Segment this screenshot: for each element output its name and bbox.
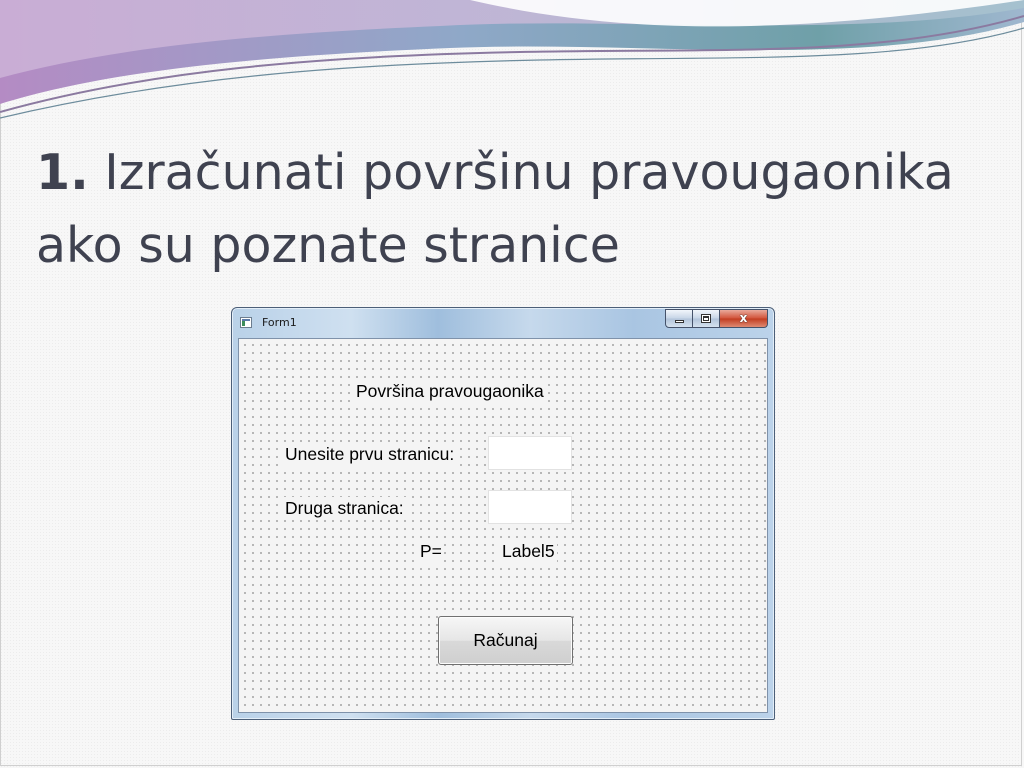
first-side-input[interactable] bbox=[488, 436, 572, 470]
window-titlebar[interactable]: Form1 x bbox=[232, 308, 774, 338]
first-side-label: Unesite prvu stranicu: bbox=[283, 443, 457, 466]
caption-buttons: x bbox=[665, 309, 768, 328]
second-side-label: Druga stranica: bbox=[283, 497, 406, 520]
form-design-surface: Površina pravougaonika Unesite prvu stra… bbox=[238, 338, 768, 713]
slide-title-text: Izračunati površinu pravougaonika ako su… bbox=[36, 144, 954, 274]
decorative-swoosh-banner bbox=[0, 0, 1024, 119]
slide-title: 1. Izračunati površinu pravougaonika ako… bbox=[36, 136, 1006, 282]
calculate-button[interactable]: Računaj bbox=[438, 616, 573, 665]
heading-label: Površina pravougaonika bbox=[354, 380, 546, 403]
maximize-icon bbox=[701, 314, 711, 323]
minimize-button[interactable] bbox=[665, 309, 693, 328]
result-prefix-label: P= bbox=[418, 540, 444, 563]
app-form-icon bbox=[240, 317, 252, 328]
maximize-button[interactable] bbox=[693, 309, 720, 328]
slide-title-number: 1. bbox=[36, 144, 89, 201]
form1-window: Form1 x Površina pravougaonika Unesite p… bbox=[231, 307, 775, 720]
close-icon: x bbox=[739, 311, 748, 325]
minimize-icon bbox=[675, 320, 684, 323]
result-value-label: Label5 bbox=[500, 540, 557, 563]
second-side-input[interactable] bbox=[488, 490, 572, 524]
close-button[interactable]: x bbox=[720, 309, 768, 328]
window-title: Form1 bbox=[262, 316, 297, 329]
